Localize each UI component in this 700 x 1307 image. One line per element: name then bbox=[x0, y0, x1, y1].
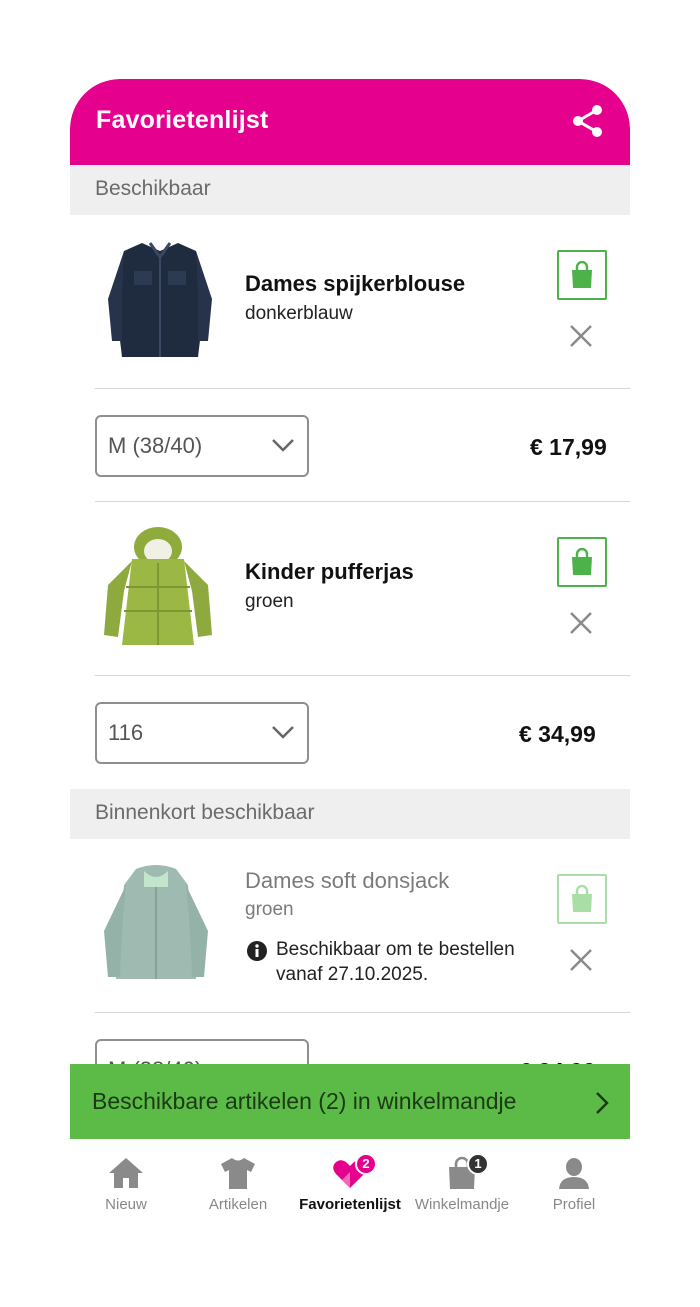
cta-label: Beschikbare artikelen (2) in winkelmandj… bbox=[92, 1088, 517, 1114]
shopping-bag-icon bbox=[572, 885, 592, 912]
tab-label: Profiel bbox=[552, 1196, 596, 1213]
tab-artikelen[interactable]: Artikelen bbox=[182, 1139, 294, 1219]
info-icon bbox=[247, 941, 267, 961]
divider bbox=[95, 675, 630, 676]
product-color: donkerblauw bbox=[245, 303, 353, 324]
section-label: Beschikbaar bbox=[95, 177, 211, 200]
remove-item-button[interactable] bbox=[567, 322, 595, 350]
divider bbox=[95, 1012, 630, 1013]
chevron-down-icon bbox=[272, 726, 294, 739]
share-icon[interactable] bbox=[570, 103, 606, 139]
product-name[interactable]: Kinder pufferjas bbox=[245, 559, 414, 585]
product-image-puffer-jacket[interactable] bbox=[98, 525, 218, 655]
size-select-value: 116 bbox=[108, 720, 144, 745]
tab-nieuw[interactable]: Nieuw bbox=[70, 1139, 182, 1219]
tab-label: Winkelmandje bbox=[414, 1196, 510, 1213]
add-to-cart-button-disabled bbox=[557, 874, 607, 924]
home-icon bbox=[109, 1158, 143, 1188]
header: Favorietenlijst bbox=[70, 79, 630, 165]
app-screen: Favorietenlijst Beschikbaar Dames spijke… bbox=[70, 79, 630, 1219]
divider bbox=[95, 501, 630, 502]
profile-icon bbox=[559, 1158, 589, 1189]
divider bbox=[95, 388, 630, 389]
product-color: groen bbox=[245, 591, 294, 612]
add-available-to-cart-button[interactable]: Beschikbare artikelen (2) in winkelmandj… bbox=[70, 1064, 630, 1139]
tab-label: Favorietenlijst bbox=[299, 1196, 401, 1213]
tab-profiel[interactable]: Profiel bbox=[518, 1139, 630, 1219]
size-select[interactable]: 116 bbox=[95, 702, 309, 764]
shirt-icon bbox=[221, 1158, 255, 1189]
tab-label: Nieuw bbox=[105, 1196, 147, 1213]
size-select-value: M (38/40) bbox=[108, 433, 203, 458]
tab-winkelmandje[interactable]: 1 Winkelmandje bbox=[406, 1139, 518, 1219]
section-header-available: Beschikbaar bbox=[70, 165, 630, 215]
favorites-count-badge: 2 bbox=[355, 1153, 377, 1175]
chevron-down-icon bbox=[272, 439, 294, 452]
remove-item-button[interactable] bbox=[567, 609, 595, 637]
remove-item-button[interactable] bbox=[567, 946, 595, 974]
availability-info-line-2: vanaf 27.10.2025. bbox=[276, 964, 429, 985]
tab-favorietenlijst[interactable]: 2 Favorietenlijst bbox=[294, 1139, 406, 1219]
bottom-tab-bar: Nieuw Artikelen 2 Favorietenlijst 1 Wink… bbox=[70, 1139, 630, 1219]
cart-count-badge: 1 bbox=[467, 1153, 489, 1175]
product-price: € 17,99 bbox=[530, 434, 607, 460]
section-label: Binnenkort beschikbaar bbox=[95, 801, 315, 824]
shopping-bag-icon bbox=[572, 548, 592, 575]
size-select[interactable]: M (38/40) bbox=[95, 415, 309, 477]
product-image-soft-down-jacket[interactable] bbox=[96, 861, 216, 991]
shopping-bag-icon bbox=[572, 261, 592, 288]
page-title: Favorietenlijst bbox=[96, 106, 269, 134]
availability-info-line-1: Beschikbaar om te bestellen bbox=[276, 939, 515, 960]
product-price: € 34,99 bbox=[519, 721, 596, 747]
section-header-coming-soon: Binnenkort beschikbaar bbox=[70, 789, 630, 839]
tab-label: Artikelen bbox=[208, 1196, 268, 1213]
product-name[interactable]: Dames spijkerblouse bbox=[245, 271, 465, 297]
add-to-cart-button[interactable] bbox=[557, 250, 607, 300]
chevron-right-icon bbox=[596, 1092, 609, 1114]
product-image-denim-blouse[interactable] bbox=[100, 237, 220, 367]
product-color: groen bbox=[245, 899, 294, 920]
product-name[interactable]: Dames soft donsjack bbox=[245, 868, 449, 894]
add-to-cart-button[interactable] bbox=[557, 537, 607, 587]
